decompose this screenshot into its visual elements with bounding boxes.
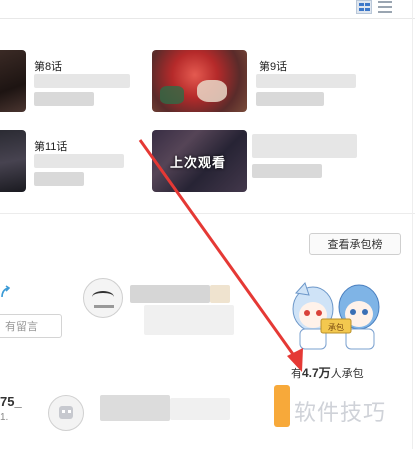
annotation-arrow — [138, 139, 303, 372]
watermark: 软件技巧 — [294, 400, 387, 425]
scrollbar-track — [412, 0, 413, 449]
